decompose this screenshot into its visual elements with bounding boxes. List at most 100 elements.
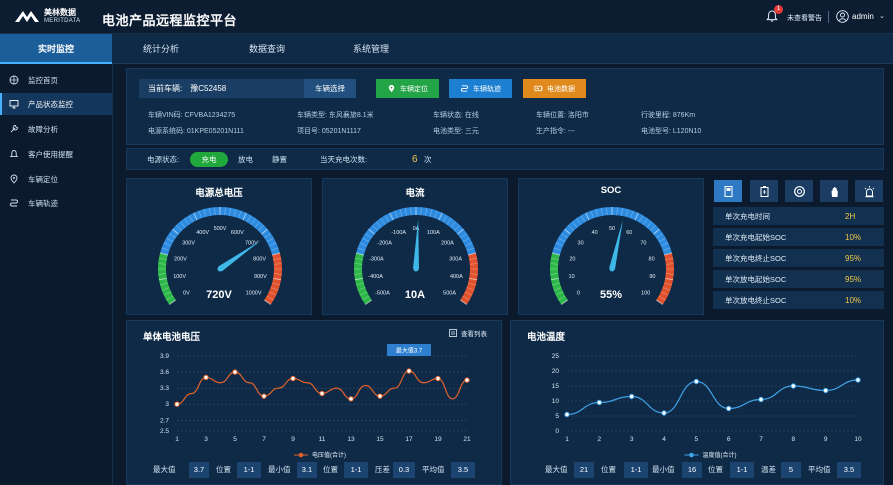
x-tick-label: 8 <box>792 436 796 443</box>
mileage-info: 行驶里程: 876Km <box>641 112 696 119</box>
vin-info: 车辆VIN码: CFVBA1234275 <box>148 112 236 119</box>
stat-label: 位置 <box>323 465 338 474</box>
sidebar-item-product-status[interactable]: 产品状态监控 <box>0 93 112 115</box>
gauge-tick-label: 90 <box>649 274 655 280</box>
series-line <box>566 379 859 416</box>
data-point <box>406 368 412 374</box>
y-tick-label: 20 <box>552 368 560 375</box>
alarm-light-tab[interactable] <box>855 180 883 202</box>
sidebar-item-label: 车辆定位 <box>28 174 58 184</box>
charger-icon <box>724 185 732 197</box>
gauge-tick-label: 30 <box>578 241 584 247</box>
location-pin-icon <box>10 174 18 184</box>
x-tick-label: 9 <box>291 436 295 443</box>
gauge-tick-label: 300A <box>449 256 462 262</box>
tab-statistics[interactable]: 统计分析 <box>130 34 192 64</box>
route-icon <box>10 199 18 207</box>
header-bar: 美林数据 MERITDATA 电池产品远程监控平台 1 未查看警告 admin … <box>0 0 893 34</box>
vehicle-track-button[interactable]: 车辆轨迹 <box>449 79 512 98</box>
data-point <box>435 375 441 382</box>
current-vehicle-label: 当前车辆: <box>148 84 183 93</box>
battery-data-label: 电池数据 <box>547 85 575 93</box>
charger-tab[interactable] <box>714 180 742 202</box>
gauge-hub <box>413 266 419 272</box>
battery-type-info: 电池类型: 三元 <box>433 128 479 135</box>
gauge-tick-label: 200V <box>174 256 187 262</box>
tab-realtime-monitor[interactable]: 实时监控 <box>0 34 112 64</box>
sidebar-item-fault-analysis[interactable]: 故障分析 <box>0 118 112 140</box>
metric-row: 单次充电起始SOC 10% <box>713 228 884 247</box>
metric-label: 单次放电起始SOC <box>725 275 787 284</box>
stat-value: 1-1 <box>624 462 648 478</box>
gauge-tick-label: 20 <box>569 256 575 262</box>
charge-count-label: 当天充电次数: <box>320 155 368 164</box>
user-icon[interactable] <box>836 10 849 23</box>
gauge-tick-label: 60 <box>626 230 632 236</box>
status-charging-button[interactable]: 充电 <box>190 152 228 167</box>
sidebar-item-vehicle-track[interactable]: 车辆轨迹 <box>0 192 112 214</box>
data-point <box>564 411 570 418</box>
power-system-code-info: 电源系统码: 01KPE05201N111 <box>148 128 244 135</box>
chevron-down-icon[interactable]: ⌄ <box>879 12 885 20</box>
gauge-tick-label: 100A <box>427 230 440 236</box>
x-tick-label: 1 <box>175 436 179 443</box>
tab-data-query[interactable]: 数据查询 <box>236 34 298 64</box>
status-discharging-button[interactable]: 放电 <box>238 149 253 171</box>
gauge-value: 55% <box>599 289 623 301</box>
stat-label: 温差 <box>761 465 776 474</box>
current-vehicle-value: 豫C52458 <box>190 84 227 93</box>
metric-value: 95% <box>845 254 862 263</box>
current-vehicle: 当前车辆: 豫C52458 <box>139 79 304 98</box>
gauge-tick-label: 50 <box>609 226 615 232</box>
status-idle-button[interactable]: 静置 <box>272 149 287 171</box>
lifebuoy-tab[interactable] <box>785 180 813 202</box>
y-tick-label: 5 <box>555 413 559 420</box>
gauge-hub <box>217 266 223 272</box>
metric-value: 10% <box>845 233 862 242</box>
metric-row: 单次放电终止SOC 10% <box>713 291 884 310</box>
x-tick-label: 13 <box>347 436 355 443</box>
sidebar-item-customer-reminder[interactable]: 客户使用提醒 <box>0 143 112 165</box>
data-point <box>661 410 667 416</box>
tab-system-admin[interactable]: 系统管理 <box>340 34 402 64</box>
logo-en-text: MERITDATA <box>44 18 81 24</box>
data-point <box>725 405 732 412</box>
vehicle-location-info: 车辆位置: 洛阳市 <box>536 112 589 119</box>
sidebar-item-vehicle-location[interactable]: 车辆定位 <box>0 168 112 190</box>
data-point <box>290 375 296 382</box>
sidebar-item-home[interactable]: 监控首页 <box>0 69 112 91</box>
battery-tab[interactable] <box>750 180 778 202</box>
x-tick-label: 4 <box>662 436 666 443</box>
temperature-line-chart: 0 5 10 15 20 25 1 2 3 4 5 6 7 8 9 10 温度值(合计) <box>552 353 862 459</box>
x-tick-label: 7 <box>262 436 266 443</box>
globe-icon <box>9 75 19 85</box>
alarm-button[interactable]: 1 <box>765 5 783 23</box>
x-tick-label: 6 <box>727 436 731 443</box>
series-line <box>176 370 468 405</box>
hand-icon <box>831 186 838 197</box>
x-tick-label: 9 <box>824 436 828 443</box>
data-point <box>596 399 603 406</box>
sidebar-item-label: 客户使用提醒 <box>28 149 73 159</box>
y-tick-label: 25 <box>552 353 560 360</box>
gauge-value: 10A <box>404 289 426 301</box>
data-point <box>822 387 829 394</box>
project-no-info: 项目号: 05201N1117 <box>297 128 361 135</box>
vehicle-select-button[interactable]: 车辆选择 <box>304 79 356 98</box>
alarm-text[interactable]: 未查看警告 <box>787 13 822 23</box>
hand-tab[interactable] <box>820 180 848 202</box>
x-tick-label: 5 <box>233 436 237 443</box>
battery-data-button[interactable]: 电池数据 <box>523 79 586 98</box>
route-icon <box>460 85 469 92</box>
x-tick-label: 7 <box>759 436 763 443</box>
voltage-line-chart: 2.52.733.33.63.91 3 5 7 9 11 13 15 17 19 21电压值(合计)… <box>160 344 471 459</box>
vehicle-locate-button[interactable]: 车辆定位 <box>376 79 439 98</box>
stat-label: 最小值 <box>268 465 291 474</box>
y-tick-label: 3 <box>165 401 169 408</box>
stat-value: 5 <box>781 462 801 478</box>
legend-marker <box>298 452 304 458</box>
power-status-bar: 电源状态: 充电 放电 静置 当天充电次数: 6 次 <box>126 148 884 170</box>
user-name[interactable]: admin <box>852 12 874 21</box>
x-tick-label: 19 <box>434 436 442 443</box>
data-point <box>464 377 470 383</box>
